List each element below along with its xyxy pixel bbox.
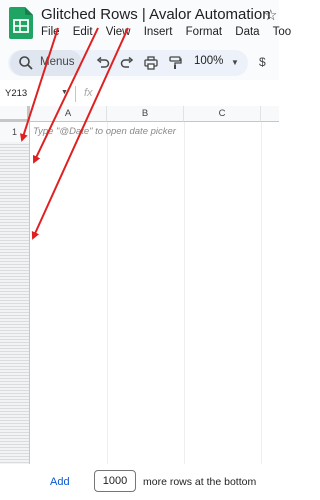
menu-tools[interactable]: Too bbox=[273, 26, 292, 38]
column-header-c[interactable]: C bbox=[184, 106, 261, 122]
title-bar: Glitched Rows | Avalor Automation ☆ File… bbox=[0, 0, 291, 46]
currency-format-button[interactable]: $ bbox=[259, 55, 266, 69]
menu-format[interactable]: Format bbox=[186, 26, 222, 38]
column-header-b[interactable]: B bbox=[107, 106, 184, 122]
zoom-select[interactable]: 100% bbox=[194, 55, 223, 67]
name-box[interactable]: Y213 bbox=[5, 88, 27, 99]
gridline bbox=[107, 122, 108, 464]
formula-bar: Y213 ▼ fx bbox=[0, 80, 279, 107]
search-placeholder: Menus bbox=[40, 56, 75, 68]
add-rows-footer: Add 1000 more rows at the bottom bbox=[0, 464, 279, 500]
column-header-a[interactable]: A bbox=[30, 106, 107, 122]
search-icon bbox=[19, 56, 33, 70]
fx-icon: fx bbox=[84, 87, 93, 99]
cell-a1-hint[interactable]: Type "@Date" to open date picker bbox=[33, 126, 176, 137]
menu-view[interactable]: View bbox=[106, 26, 131, 38]
gridline bbox=[261, 122, 262, 464]
row-header-1[interactable]: 1 bbox=[0, 122, 30, 142]
gridline bbox=[184, 122, 185, 464]
select-all-corner[interactable] bbox=[0, 106, 30, 122]
menu-edit[interactable]: Edit bbox=[73, 26, 93, 38]
add-rows-label: more rows at the bottom bbox=[143, 476, 257, 488]
menu-data[interactable]: Data bbox=[235, 26, 259, 38]
undo-icon[interactable] bbox=[96, 56, 110, 70]
divider bbox=[75, 86, 76, 102]
column-header-d[interactable] bbox=[261, 106, 279, 122]
rows-count-input[interactable]: 1000 bbox=[94, 470, 136, 492]
toolbar: Menus 100% ▼ $ bbox=[0, 46, 279, 80]
menu-file[interactable]: File bbox=[41, 26, 60, 38]
sheets-logo-icon[interactable] bbox=[9, 7, 33, 39]
glitched-row-headers[interactable] bbox=[0, 142, 30, 464]
paint-format-icon[interactable] bbox=[168, 56, 182, 70]
redo-icon[interactable] bbox=[120, 56, 134, 70]
menu-insert[interactable]: Insert bbox=[144, 26, 173, 38]
chevron-down-icon[interactable]: ▼ bbox=[61, 89, 68, 96]
chevron-down-icon[interactable]: ▼ bbox=[231, 58, 239, 67]
search-menus-box[interactable]: Menus bbox=[10, 50, 82, 76]
add-rows-button[interactable]: Add bbox=[50, 476, 70, 488]
spreadsheet-grid[interactable]: A B C 1 Type "@Date" to open date picker bbox=[0, 106, 279, 464]
star-icon[interactable]: ☆ bbox=[264, 6, 277, 24]
print-icon[interactable] bbox=[144, 56, 158, 70]
document-title[interactable]: Glitched Rows | Avalor Automation bbox=[41, 6, 271, 23]
menu-bar: File Edit View Insert Format Data Too bbox=[41, 26, 301, 38]
